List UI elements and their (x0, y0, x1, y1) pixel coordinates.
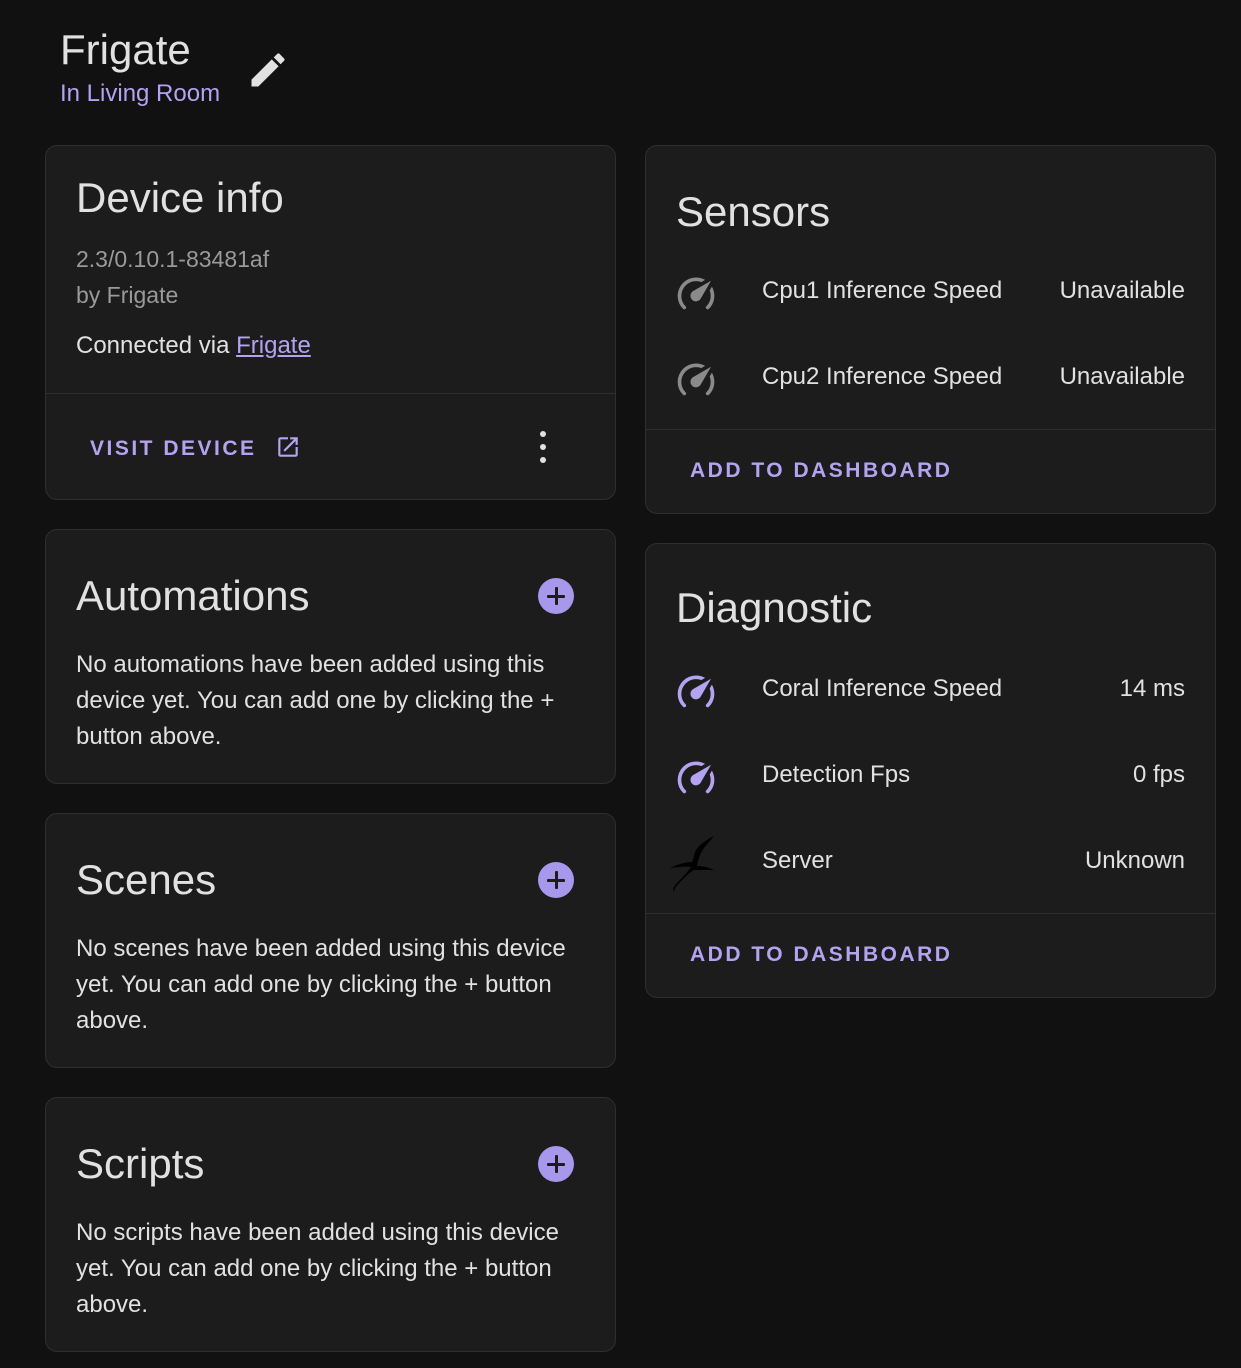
edit-device-button[interactable] (246, 48, 290, 92)
frigate-bird-icon (670, 836, 714, 892)
dots-vertical-icon-dot (540, 457, 546, 463)
area-link[interactable]: In Living Room (60, 80, 220, 108)
open-in-new-icon (278, 437, 298, 457)
entity-name: Coral Inference Speed (762, 675, 1003, 702)
page-header: Frigate In Living Room (60, 24, 220, 108)
add-script-button[interactable] (538, 1146, 574, 1182)
automations-heading: Automations (76, 572, 310, 619)
entity-name: Server (762, 847, 833, 874)
device-menu-button[interactable] (533, 427, 553, 467)
scenes-card: Scenes No scenes have been added using t… (45, 813, 616, 1068)
device-version: 2.3/0.10.1-83481af (76, 246, 270, 272)
visit-device-button[interactable]: VISIT DEVICE (90, 434, 301, 461)
speedometer-icon (677, 277, 715, 310)
entity-name: Detection Fps (762, 761, 911, 788)
add-scene-button[interactable] (538, 862, 574, 898)
diagnostic-card: Diagnostic Coral Inference Speed 14 ms D… (645, 543, 1216, 998)
pencil-icon (251, 53, 285, 87)
scripts-card: Scripts No scripts have been added using… (45, 1097, 616, 1352)
add-to-dashboard-button[interactable]: ADD TO DASHBOARD (690, 943, 952, 967)
connected-via-link[interactable]: Frigate (236, 332, 311, 359)
connected-via-label: Connected via (76, 332, 230, 359)
speedometer-icon (677, 363, 715, 396)
entity-state: Unknown (1084, 847, 1185, 874)
entity-row[interactable]: Server Unknown (646, 820, 1215, 906)
entity-state: 0 fps (1132, 761, 1185, 788)
visit-device-label: VISIT DEVICE (90, 437, 257, 460)
connected-via: Connected via Frigate (76, 332, 311, 360)
entity-state: Unavailable (1059, 363, 1185, 390)
speedometer-icon (677, 675, 715, 708)
divider (46, 393, 615, 394)
scenes-empty-text: No scenes have been added using this dev… (76, 935, 566, 1034)
entity-name: Cpu2 Inference Speed (762, 363, 1003, 390)
entity-state: 14 ms (1119, 675, 1185, 702)
sensors-heading: Sensors (676, 188, 831, 235)
scenes-heading: Scenes (76, 856, 217, 903)
automations-card: Automations No automations have been add… (45, 529, 616, 784)
divider (646, 913, 1215, 914)
entity-state: Unavailable (1059, 277, 1185, 304)
add-to-dashboard-button[interactable]: ADD TO DASHBOARD (690, 459, 952, 483)
speedometer-icon (677, 761, 715, 794)
entity-row[interactable]: Coral Inference Speed 14 ms (646, 648, 1215, 734)
entity-row[interactable]: Cpu1 Inference Speed Unavailable (646, 250, 1215, 336)
device-info-card: Device info 2.3/0.10.1-83481af by Frigat… (45, 145, 616, 500)
entity-row[interactable]: Detection Fps 0 fps (646, 734, 1215, 820)
divider (646, 429, 1215, 430)
entity-name: Cpu1 Inference Speed (762, 277, 1003, 304)
automations-empty-text: No automations have been added using thi… (76, 651, 555, 750)
diagnostic-heading: Diagnostic (676, 584, 873, 631)
device-manufacturer: by Frigate (76, 282, 179, 308)
sensors-card: Sensors Cpu1 Inference Speed Unavailable… (645, 145, 1216, 514)
entity-row[interactable]: Cpu2 Inference Speed Unavailable (646, 336, 1215, 422)
add-automation-button[interactable] (538, 578, 574, 614)
device-title: Frigate (60, 26, 191, 73)
dots-vertical-icon-dot (540, 444, 546, 450)
device-info-heading: Device info (76, 174, 284, 221)
scripts-empty-text: No scripts have been added using this de… (76, 1219, 559, 1318)
scripts-heading: Scripts (76, 1140, 205, 1187)
dots-vertical-icon (540, 431, 546, 437)
